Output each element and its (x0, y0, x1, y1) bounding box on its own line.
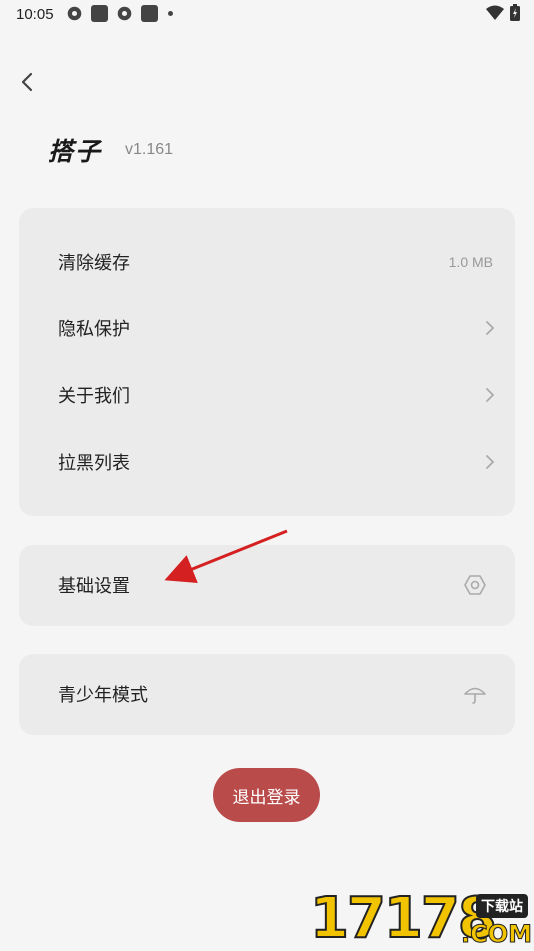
chevron-right-icon (486, 321, 495, 335)
basic-settings-label: 基础设置 (58, 576, 130, 596)
back-button[interactable] (14, 68, 42, 96)
basic-settings-card: 基础设置 (19, 545, 515, 626)
about-us-label: 关于我们 (58, 386, 130, 406)
app-title: 搭子 (48, 138, 103, 166)
hexagon-settings-icon (464, 575, 486, 595)
clear-cache-item[interactable]: 清除缓存 1.0 MB (19, 229, 515, 295)
privacy-protection-item[interactable]: 隐私保护 (19, 295, 515, 361)
about-us-item[interactable]: 关于我们 (19, 362, 515, 428)
watermark-suffix: .COM (460, 920, 532, 949)
youth-mode-label: 青少年模式 (58, 685, 148, 705)
aperture-icon (117, 6, 132, 21)
basic-settings-item[interactable]: 基础设置 (19, 552, 515, 618)
aperture-icon (67, 6, 82, 21)
chevron-right-icon (486, 388, 495, 402)
youth-mode-card: 青少年模式 (19, 654, 515, 735)
site-watermark-logo: 17178 下载站 .COM (309, 887, 534, 951)
youth-mode-item[interactable]: 青少年模式 (19, 661, 515, 727)
wifi-icon (486, 5, 504, 20)
app-version: v1.161 (125, 141, 174, 158)
privacy-protection-label: 隐私保护 (58, 319, 130, 339)
battery-icon (510, 4, 520, 21)
watermark-tag: 下载站 (476, 894, 528, 918)
notification-icons (66, 5, 173, 22)
umbrella-icon (464, 687, 486, 704)
settings-card: 清除缓存 1.0 MB 隐私保护 关于我们 拉黑列表 (19, 208, 515, 516)
chevron-left-icon (21, 72, 33, 92)
blocklist-label: 拉黑列表 (58, 453, 130, 473)
clear-cache-label: 清除缓存 (58, 253, 130, 273)
cache-size-value: 1.0 MB (448, 254, 493, 270)
status-time: 10:05 (16, 6, 54, 23)
app-notification-icon (141, 5, 158, 22)
chevron-right-icon (486, 455, 495, 469)
more-notifications-dot-icon (168, 11, 173, 16)
system-icons (486, 4, 520, 21)
app-notification-icon (91, 5, 108, 22)
logout-button[interactable]: 退出登录 (213, 768, 320, 822)
blocklist-item[interactable]: 拉黑列表 (19, 429, 515, 495)
status-bar: 10:05 (0, 0, 534, 28)
